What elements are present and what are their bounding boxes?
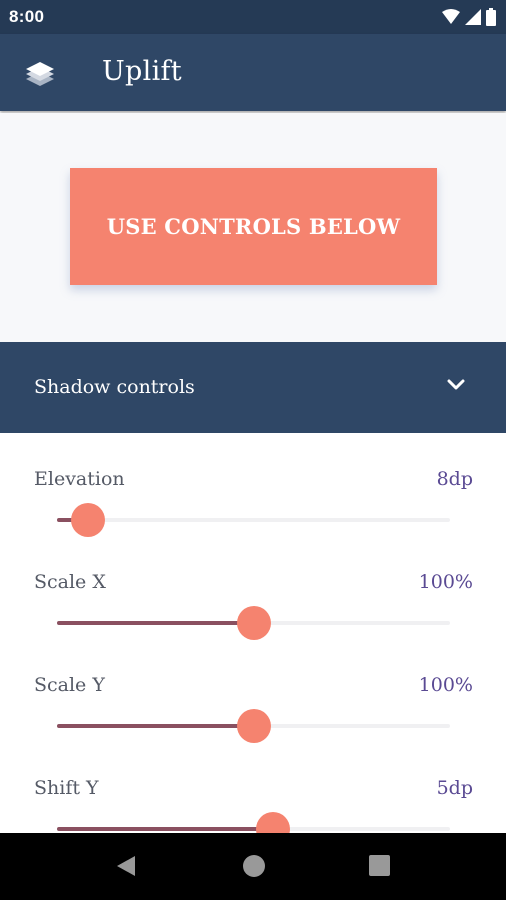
scale-y-label: Scale Y	[34, 674, 105, 696]
status-time: 8:00	[9, 7, 45, 26]
app-bar: Uplift	[0, 34, 506, 111]
elevation-label: Elevation	[34, 468, 125, 490]
status-icons	[442, 8, 496, 26]
shift-y-label: Shift Y	[34, 777, 99, 799]
home-icon[interactable]	[243, 855, 265, 877]
scale-y-value: 100%	[418, 674, 473, 696]
shadow-controls-title: Shadow controls	[34, 376, 195, 398]
scale-y-slider-fill	[57, 724, 254, 728]
elevation-slider-thumb[interactable]	[71, 503, 106, 537]
shift-y-slider-thumb[interactable]	[256, 812, 291, 833]
battery-icon	[486, 8, 496, 26]
scale-x-slider[interactable]	[57, 606, 450, 640]
layers-icon	[26, 62, 54, 86]
chevron-down-icon[interactable]	[445, 377, 467, 393]
app-title: Uplift	[102, 56, 182, 87]
scale-x-slider-thumb[interactable]	[236, 606, 271, 640]
system-nav-bar	[0, 833, 506, 900]
elevation-value: 8dp	[436, 468, 473, 490]
shift-y-value: 5dp	[436, 777, 473, 799]
recents-icon[interactable]	[369, 855, 390, 876]
shadow-controls-header[interactable]: Shadow controls	[0, 342, 506, 433]
controls-list: Elevation 8dp Scale X 100% Scale Y 100% …	[0, 433, 506, 833]
scale-y-slider-thumb[interactable]	[236, 709, 271, 743]
elevation-slider[interactable]	[57, 503, 450, 537]
shift-y-slider-fill	[57, 827, 274, 831]
scale-x-slider-fill	[57, 621, 254, 625]
shift-y-slider[interactable]	[57, 812, 450, 833]
wifi-icon	[442, 9, 460, 24]
scale-x-label: Scale X	[34, 571, 106, 593]
back-icon[interactable]	[115, 854, 137, 878]
preview-area: USE CONTROLS BELOW	[0, 113, 506, 342]
status-bar: 8:00	[0, 0, 506, 34]
cellular-icon	[465, 9, 481, 25]
scale-y-slider[interactable]	[57, 709, 450, 743]
preview-button[interactable]: USE CONTROLS BELOW	[70, 168, 437, 285]
scale-x-value: 100%	[418, 571, 473, 593]
